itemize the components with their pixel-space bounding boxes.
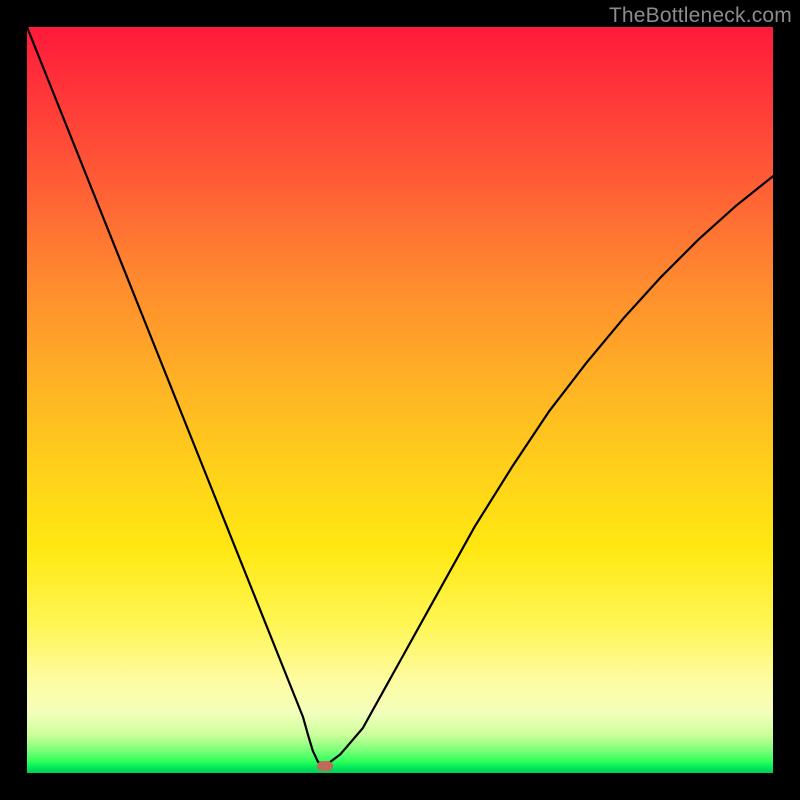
bottleneck-curve-path — [27, 27, 773, 766]
curve-layer — [27, 27, 773, 773]
chart-frame: TheBottleneck.com — [0, 0, 800, 800]
curve-minimum-marker — [317, 761, 333, 771]
watermark-text: TheBottleneck.com — [609, 4, 792, 28]
plot-area — [27, 27, 773, 773]
